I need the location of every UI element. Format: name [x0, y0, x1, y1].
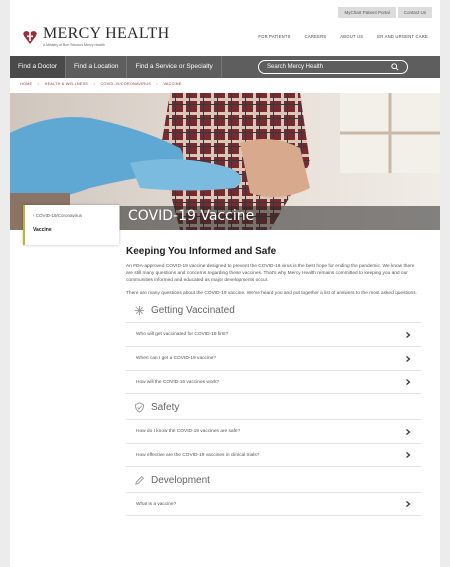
sparkle-icon [134, 305, 145, 316]
breadcrumb-home[interactable]: HOME [20, 82, 32, 86]
faq-item[interactable]: What is a vaccine? [126, 492, 421, 516]
top-nav: FOR PATIENTS CAREERS ABOUT US ER AND URG… [258, 34, 428, 39]
top-nav-careers[interactable]: CAREERS [305, 34, 327, 39]
breadcrumb-separator: > [156, 82, 159, 86]
breadcrumb-separator: > [93, 82, 96, 86]
page-title: COVID-19 Vaccine [128, 208, 255, 224]
section-header-development: Development [134, 475, 421, 486]
side-nav-back-label: COVID-19/Coronavirus [35, 213, 83, 218]
breadcrumb-separator: > [37, 82, 40, 86]
breadcrumb-vaccine: VACCINE [163, 82, 182, 86]
faq-group-getting-vaccinated: Who will get vaccinated for COVID-19 fir… [126, 322, 421, 394]
shield-check-icon [134, 402, 145, 413]
page: MyChart Patient Portal Contact Us MERCY … [10, 0, 440, 567]
section-title: Getting Vaccinated [151, 305, 235, 316]
utility-bar: MyChart Patient Portal Contact Us [338, 7, 432, 18]
nav-find-a-service[interactable]: Find a Service or Specialty [127, 56, 222, 78]
top-nav-for-patients[interactable]: FOR PATIENTS [258, 34, 290, 39]
faq-question: When can I get a COVID-19 vaccine? [136, 356, 216, 361]
chevron-right-icon [406, 331, 411, 338]
faq-item[interactable]: When can I get a COVID-19 vaccine? [126, 346, 421, 370]
faq-group-safety: How do I know the COVID-19 vaccines are … [126, 419, 421, 467]
faq-question: What is a vaccine? [136, 501, 177, 507]
faq-question: Who will get vaccinated for COVID-19 fir… [136, 332, 229, 337]
faq-item[interactable]: How do I know the COVID-19 vaccines are … [126, 419, 421, 443]
breadcrumb: HOME > HEALTH & WELLNESS > COVID-19/CORO… [20, 82, 181, 86]
mercy-health-logo-icon [23, 30, 37, 44]
section-header-getting-vaccinated: Getting Vaccinated [134, 305, 421, 316]
top-nav-er-urgent-care[interactable]: ER AND URGENT CARE [377, 34, 428, 39]
faq-question: How effective are the COVID-19 vaccines … [136, 452, 260, 458]
patient-portal-link[interactable]: MyChart Patient Portal [338, 7, 396, 18]
top-nav-about-us[interactable]: ABOUT US [340, 34, 363, 39]
section-heading: Keeping You Informed and Safe [126, 246, 277, 257]
chevron-right-icon [406, 355, 411, 362]
chevron-left-icon: ‹ [33, 213, 35, 218]
logo-name: MERCY HEALTH [43, 25, 170, 42]
nav-find-a-doctor[interactable]: Find a Doctor [10, 56, 67, 78]
main-nav: Find a Doctor Find a Location Find a Ser… [10, 56, 440, 78]
search-placeholder: Search Mercy Health [267, 64, 324, 70]
logo[interactable]: MERCY HEALTH A Ministry of Bon Secours M… [22, 26, 169, 47]
side-nav-back-link[interactable]: ‹ COVID-19/Coronavirus [33, 213, 82, 218]
faq-item[interactable]: How effective are the COVID-19 vaccines … [126, 443, 421, 467]
intro-paragraph: An FDA-approved COVID-19 vaccine designe… [126, 264, 415, 283]
main-content: Keeping You Informed and Safe An FDA-app… [126, 246, 421, 516]
breadcrumb-health-wellness[interactable]: HEALTH & WELLNESS [45, 82, 88, 86]
breadcrumb-covid[interactable]: COVID-19/CORONAVIRUS [100, 82, 151, 86]
contact-us-link[interactable]: Contact Us [397, 7, 432, 18]
faq-item[interactable]: How will the COVID-19 vaccines work? [126, 370, 421, 394]
logo-tagline: A Ministry of Bon Secours Mercy Health [43, 43, 105, 47]
chevron-right-icon [406, 428, 411, 435]
chevron-right-icon [406, 501, 411, 507]
faq-question: How will the COVID-19 vaccines work? [136, 379, 220, 385]
intro-paragraph-2: There are many questions about the COVID… [126, 291, 417, 296]
section-title: Development [151, 475, 210, 486]
faq-item[interactable]: Who will get vaccinated for COVID-19 fir… [126, 322, 421, 346]
pencil-icon [135, 475, 145, 485]
section-title: Safety [151, 402, 180, 413]
section-header-safety: Safety [134, 402, 421, 413]
nav-find-a-location[interactable]: Find a Location [66, 56, 128, 78]
side-nav-current-item[interactable]: Vaccine [33, 227, 52, 233]
search-icon[interactable] [391, 63, 399, 71]
faq-group-development: What is a vaccine? [126, 492, 421, 516]
chevron-right-icon [406, 379, 411, 385]
chevron-right-icon [406, 452, 411, 458]
side-nav-card: ‹ COVID-19/Coronavirus Vaccine [23, 205, 119, 245]
search-input[interactable]: Search Mercy Health [258, 60, 408, 74]
faq-question: How do I know the COVID-19 vaccines are … [136, 429, 241, 434]
